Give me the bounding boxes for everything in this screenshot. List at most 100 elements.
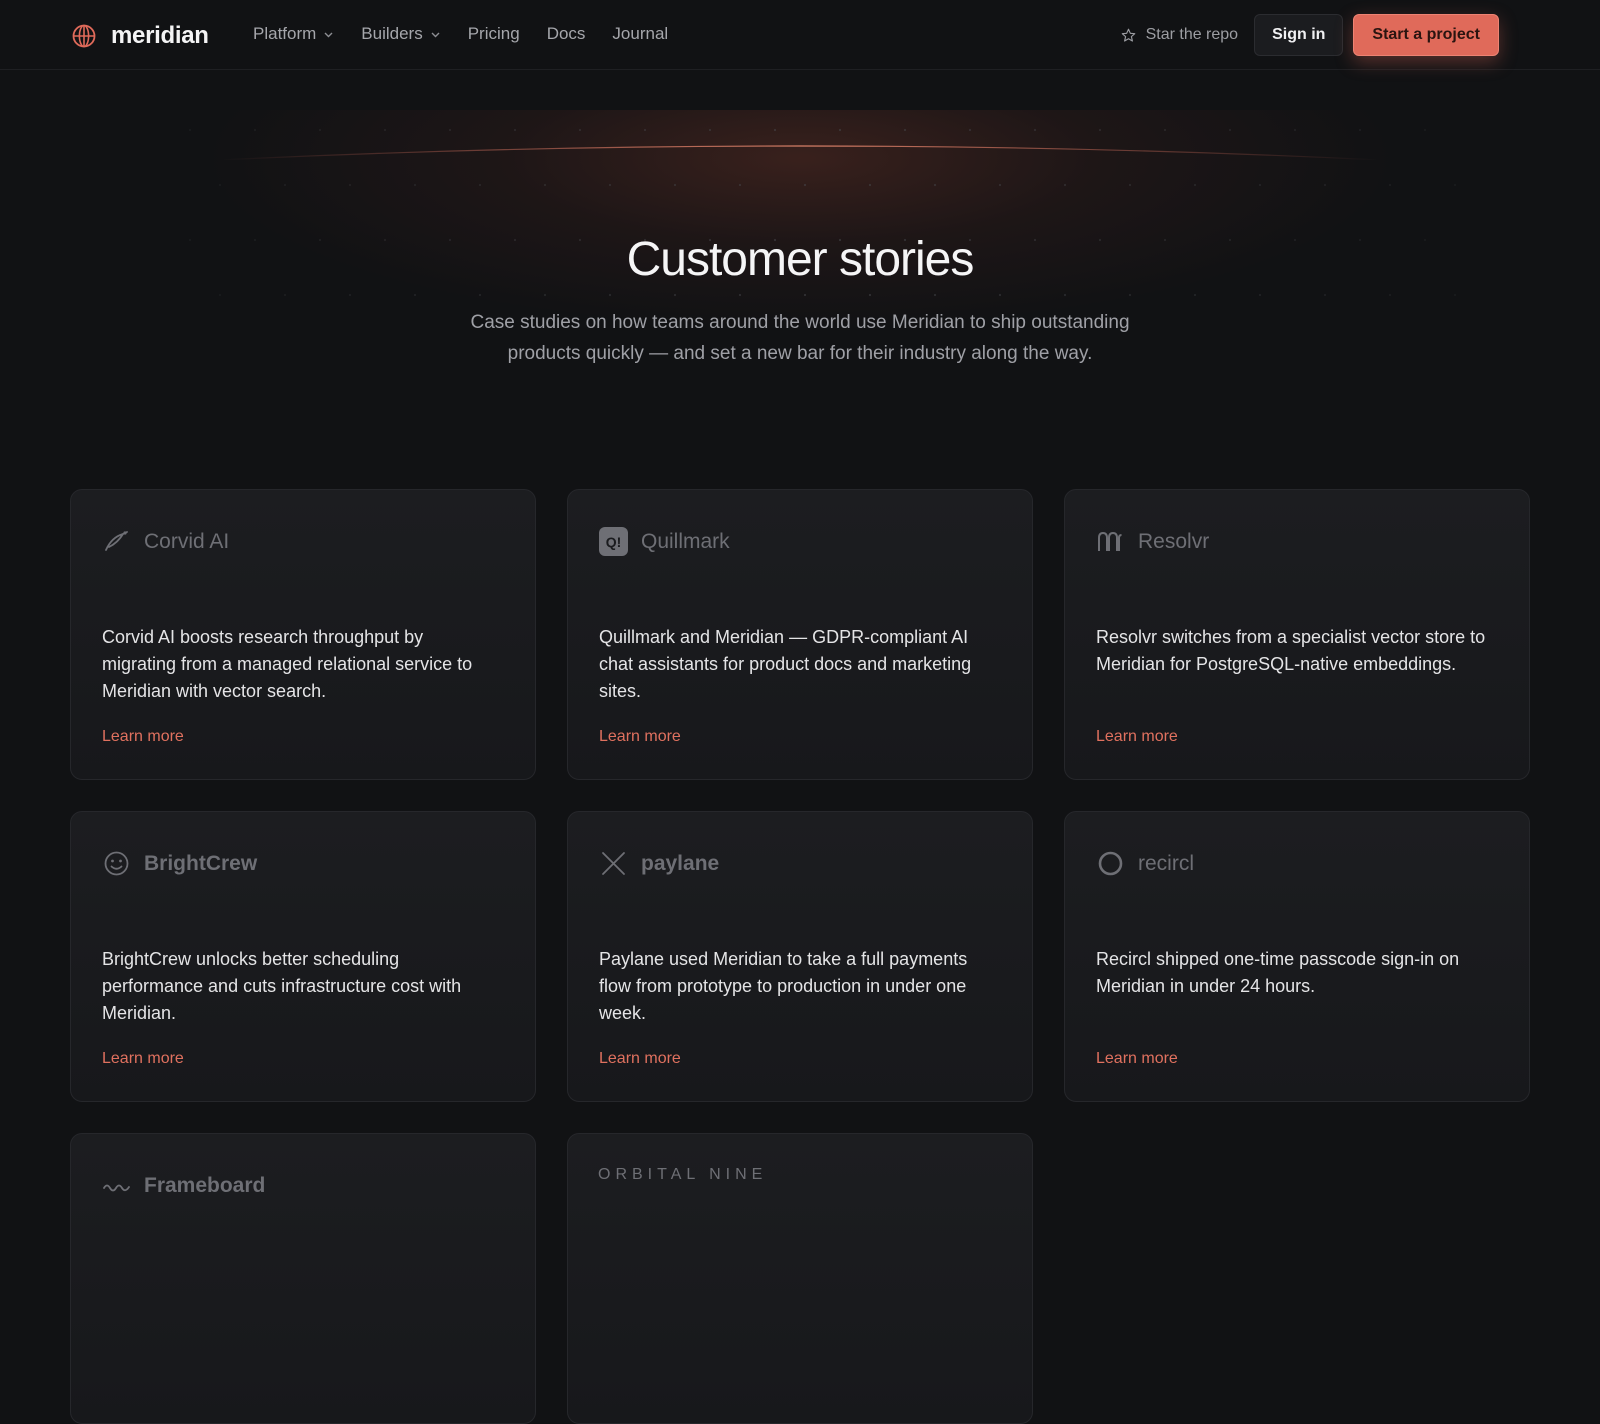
- nav-docs-label: Docs: [546, 24, 586, 43]
- hero-dot: [348, 183, 352, 187]
- hero-dot: [933, 293, 937, 297]
- story-brand: Resolvr: [1095, 526, 1209, 557]
- story-brand-name: Resolvr: [1138, 529, 1210, 553]
- hero-dot: [1358, 128, 1362, 132]
- story-brand: ORBITAL NINE: [598, 1166, 767, 1184]
- hero-dot: [1323, 293, 1327, 297]
- hero-dot: [1128, 293, 1132, 297]
- hero-dot: [868, 183, 872, 187]
- brand-name: meridian: [111, 22, 209, 49]
- story-card-frameboard[interactable]: Frameboard: [70, 1133, 536, 1424]
- hero-dot: [838, 128, 842, 132]
- hero-dot: [1293, 128, 1297, 132]
- hero-dot: [218, 183, 222, 187]
- primary-nav: Platform Builders Pricing Docs Journal: [253, 24, 695, 44]
- nav-journal-label: Journal: [612, 24, 669, 43]
- hero-dot: [1098, 128, 1102, 132]
- nav-actions: Star the repo Sign in Start a project: [1120, 14, 1499, 56]
- start-project-button[interactable]: Start a project: [1353, 14, 1499, 56]
- story-card-brightcrew[interactable]: BrightCrew BrightCrew unlocks better sch…: [70, 811, 536, 1102]
- hero-dot: [283, 183, 287, 187]
- hero-dot: [608, 293, 612, 297]
- learn-more-link[interactable]: Learn more: [599, 1050, 681, 1068]
- q-badge-icon: Q!: [599, 527, 628, 556]
- brand-logo-link[interactable]: meridian: [71, 22, 209, 50]
- hero-dot: [543, 183, 547, 187]
- smiley-icon: [104, 851, 129, 876]
- nav-journal[interactable]: Journal: [612, 24, 668, 44]
- chevron-down-icon: [431, 32, 440, 37]
- hero-dot: [1128, 183, 1132, 187]
- hero-dot: [738, 183, 742, 187]
- arches-icon: [1098, 531, 1122, 551]
- star-icon: [1121, 28, 1135, 42]
- hero-dot: [1163, 128, 1167, 132]
- page-title: Customer stories: [626, 233, 975, 286]
- hero-dot: [1193, 293, 1197, 297]
- chevron-down-icon: [324, 32, 333, 37]
- story-brand-name: BrightCrew: [144, 851, 258, 875]
- hero-dot: [1063, 293, 1067, 297]
- story-card-resolvr[interactable]: Resolvr Resolvr switches from a speciali…: [1064, 489, 1530, 780]
- story-card-orbital-nine[interactable]: ORBITAL NINE: [567, 1133, 1033, 1424]
- hero-dot: [803, 293, 807, 297]
- hero-dot: [708, 128, 712, 132]
- story-card-quillmark[interactable]: Q! Quillmark Quillmark and Meridian — GD…: [567, 489, 1033, 780]
- hero-dot: [1193, 183, 1197, 187]
- hero-dot: [1423, 128, 1427, 132]
- story-description: Quillmark and Meridian — GDPR-compliant …: [599, 627, 972, 701]
- hero-dot: [1258, 183, 1262, 187]
- nav-platform[interactable]: Platform: [253, 24, 334, 44]
- nav-builders[interactable]: Builders: [361, 24, 440, 44]
- bird-icon: [105, 531, 128, 551]
- hero-dot: [1063, 183, 1067, 187]
- story-card-paylane[interactable]: paylane Paylane used Meridian to take a …: [567, 811, 1033, 1102]
- learn-more-link[interactable]: Learn more: [1096, 728, 1178, 746]
- nav-builders-label: Builders: [361, 24, 423, 43]
- hero-dot: [1258, 293, 1262, 297]
- star-repo-label: Star the repo: [1145, 26, 1239, 43]
- hero-dot: [513, 128, 517, 132]
- story-card-corvid-ai[interactable]: Corvid AI Corvid AI boosts research thro…: [70, 489, 536, 780]
- story-description: BrightCrew unlocks better scheduling per…: [102, 949, 462, 1023]
- hero-dot: [608, 183, 612, 187]
- hero-dot: [578, 128, 582, 132]
- story-brand: Corvid AI: [101, 526, 229, 557]
- nav-pricing-label: Pricing: [467, 24, 520, 43]
- story-brand-name: Corvid AI: [144, 529, 230, 553]
- story-card-recircl[interactable]: recircl Recircl shipped one-time passcod…: [1064, 811, 1530, 1102]
- story-description: Recircl shipped one-time passcode sign-i…: [1096, 949, 1460, 996]
- page-subtitle: Case studies on how teams around the wor…: [470, 312, 1130, 364]
- hero-dot: [1453, 183, 1457, 187]
- story-brand: recircl: [1095, 848, 1194, 879]
- nav-docs[interactable]: Docs: [547, 24, 586, 44]
- star-repo-link[interactable]: Star the repo: [1120, 26, 1239, 44]
- story-brand-name: Frameboard: [144, 1173, 266, 1197]
- ring-icon: [1098, 851, 1123, 876]
- hero-dot: [803, 183, 807, 187]
- hero-dot: [738, 293, 742, 297]
- story-brand-name: ORBITAL NINE: [598, 1166, 768, 1183]
- hero-dot: [773, 128, 777, 132]
- learn-more-link[interactable]: Learn more: [102, 728, 184, 746]
- hero-dot: [348, 293, 352, 297]
- learn-more-link[interactable]: Learn more: [102, 1050, 184, 1068]
- hero-dot: [318, 128, 322, 132]
- hero-dot: [673, 293, 677, 297]
- hero-dot: [478, 293, 482, 297]
- hero-dot: [478, 183, 482, 187]
- wave-icon: [103, 1184, 130, 1192]
- hero-dot: [903, 128, 907, 132]
- nav-pricing[interactable]: Pricing: [468, 24, 520, 44]
- learn-more-link[interactable]: Learn more: [599, 728, 681, 746]
- hero-dot: [998, 293, 1002, 297]
- hero-dot: [643, 128, 647, 132]
- learn-more-link[interactable]: Learn more: [1096, 1050, 1178, 1068]
- hero-dot: [188, 128, 192, 132]
- story-brand: paylane: [598, 848, 719, 879]
- hero-dot: [673, 183, 677, 187]
- x-mark-icon: [602, 852, 625, 875]
- hero-dot: [283, 293, 287, 297]
- story-brand: BrightCrew: [101, 848, 257, 879]
- sign-in-button[interactable]: Sign in: [1254, 14, 1344, 56]
